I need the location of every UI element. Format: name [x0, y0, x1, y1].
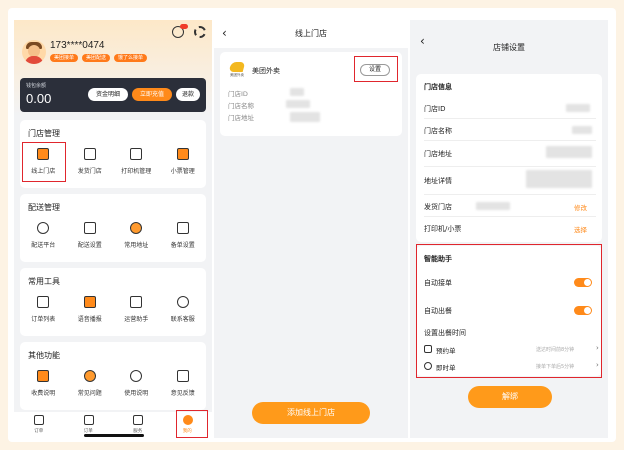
highlight-box — [354, 56, 398, 82]
fee-icon — [37, 370, 49, 382]
section-title: 门店信息 — [424, 83, 452, 91]
redacted-value — [526, 170, 592, 188]
unbind-button[interactable]: 解绑 — [468, 386, 552, 408]
order-list-item[interactable]: 订单列表 — [20, 294, 67, 330]
shipping-store-item[interactable]: 发货门店 — [67, 146, 114, 182]
printer-icon — [130, 148, 142, 160]
faq-item[interactable]: 常见问题 — [67, 368, 114, 404]
delivery-platform-item[interactable]: 配送平台 — [20, 220, 67, 256]
question-icon — [83, 370, 96, 382]
other-functions-section: 其他功能 收费说明 常见问题 使用说明 意见反馈 — [20, 342, 206, 410]
refund-button[interactable]: 退款 — [176, 88, 200, 101]
gear-icon[interactable] — [194, 26, 206, 38]
meituan-logo-icon: 美团外卖 — [228, 62, 246, 78]
phone-number: 173****0474 — [50, 40, 105, 51]
feedback-item[interactable]: 意见反馈 — [160, 368, 207, 404]
common-tools-section: 常用工具 订单列表 语音播报 运营助手 联系客服 — [20, 268, 206, 336]
list-icon — [37, 296, 49, 308]
fee-description-item[interactable]: 收费说明 — [20, 368, 67, 404]
wallet-balance: 0.00 — [26, 91, 52, 106]
store-settings-panel: ‹ 店铺设置 门店信息 门店ID 门店名称 门店地址 地址详情 发货门店 修改 … — [410, 20, 608, 438]
guide-icon — [130, 370, 142, 382]
modify-link[interactable]: 修改 — [574, 202, 587, 212]
store-platform-name: 美团外卖 — [252, 67, 280, 75]
chat-icon — [176, 296, 189, 308]
feedback-icon — [176, 370, 189, 382]
orders-icon — [34, 415, 44, 425]
page-title: 线上门店 — [295, 29, 327, 38]
sound-icon — [83, 296, 96, 308]
badge-eleme-order: 饿了么接单 — [114, 54, 148, 62]
store-card: 美团外卖 美团外卖 设置 门店ID 门店名称 门店地址 — [220, 52, 402, 136]
nav-bar: ‹ 线上门店 — [214, 20, 408, 48]
badge-meituan-delivery: 美团配送 — [82, 54, 111, 62]
store-address-label: 门店地址 — [424, 150, 452, 158]
speaker-icon — [176, 222, 189, 234]
store-management-section: 门店管理 线上门店 发货门店 打印机管理 小票管理 — [20, 120, 206, 188]
store-name-label: 门店名称 — [424, 127, 452, 135]
printer-management-item[interactable]: 打印机管理 — [113, 146, 160, 182]
wallet-card: 钱包余额 0.00 资金明细 立即充值 退款 — [20, 78, 206, 112]
wallet-label: 钱包余额 — [26, 83, 47, 89]
receipt-icon — [176, 148, 189, 160]
highlight-box — [176, 410, 208, 438]
home-indicator — [84, 434, 144, 437]
store-name-label: 门店名称 — [228, 102, 254, 110]
receipt-management-item[interactable]: 小票管理 — [160, 146, 207, 182]
recharge-button[interactable]: 立即充值 — [132, 88, 172, 101]
location-icon — [130, 222, 142, 234]
redacted-value — [290, 112, 320, 122]
section-title: 常用工具 — [28, 277, 60, 286]
common-address-item[interactable]: 常用地址 — [113, 220, 160, 256]
avatar[interactable] — [22, 40, 46, 64]
section-title: 配送管理 — [28, 203, 60, 212]
add-online-store-button[interactable]: 添加线上门店 — [252, 402, 370, 424]
contact-support-item[interactable]: 联系客服 — [160, 294, 207, 330]
page-title: 店铺设置 — [493, 43, 525, 52]
unread-dot — [180, 24, 188, 29]
operation-assistant-item[interactable]: 运营助手 — [113, 294, 160, 330]
package-icon — [83, 222, 96, 234]
service-icon — [133, 415, 143, 425]
store-address-label: 门店地址 — [228, 114, 254, 122]
store-icon — [83, 148, 96, 160]
highlight-box — [22, 142, 66, 182]
platform-icon — [37, 222, 49, 234]
delivery-management-section: 配送管理 配送平台 配送设置 常用地址 备单设置 — [20, 194, 206, 262]
fund-detail-button[interactable]: 资金明细 — [88, 88, 128, 101]
redacted-value — [546, 146, 592, 158]
profile-header: 173****0474 美团接单 美团配送 饿了么接单 钱包余额 0.00 资金… — [14, 20, 212, 116]
redacted-value — [286, 100, 310, 108]
voice-broadcast-item[interactable]: 语音播报 — [67, 294, 114, 330]
usage-guide-item[interactable]: 使用说明 — [113, 368, 160, 404]
nav-bar: ‹ 店铺设置 — [410, 20, 608, 60]
redacted-value — [566, 104, 590, 112]
order-prep-settings-item[interactable]: 备单设置 — [160, 220, 207, 256]
section-title: 门店管理 — [28, 129, 60, 138]
store-id-label: 门店ID — [424, 105, 446, 113]
platform-badges: 美团接单 美团配送 饿了么接单 — [50, 54, 148, 62]
delivery-settings-item[interactable]: 配送设置 — [67, 220, 114, 256]
store-info-card: 门店信息 门店ID 门店名称 门店地址 地址详情 发货门店 修改 打印机/小票 … — [416, 74, 602, 242]
address-detail-label: 地址详情 — [424, 177, 452, 185]
section-title: 其他功能 — [28, 351, 60, 360]
redacted-value — [572, 126, 592, 134]
header-icons — [172, 24, 208, 40]
store-id-label: 门店ID — [228, 90, 248, 98]
select-link[interactable]: 选择 — [574, 224, 587, 234]
assistant-icon — [130, 296, 142, 308]
redacted-value — [290, 88, 304, 96]
shipping-store-label: 发货门店 — [424, 203, 452, 211]
highlight-box — [416, 244, 602, 378]
document-icon — [83, 415, 94, 425]
profile-panel: 173****0474 美团接单 美团配送 饿了么接单 钱包余额 0.00 资金… — [14, 20, 212, 438]
tab-orders[interactable]: 订单 — [14, 412, 64, 438]
badge-meituan-order: 美团接单 — [50, 54, 79, 62]
redacted-value — [476, 202, 510, 210]
printer-receipt-label: 打印机/小票 — [424, 225, 462, 233]
online-store-panel: ‹ 线上门店 美团外卖 美团外卖 设置 门店ID 门店名称 门店地址 添加线上门… — [214, 20, 408, 438]
